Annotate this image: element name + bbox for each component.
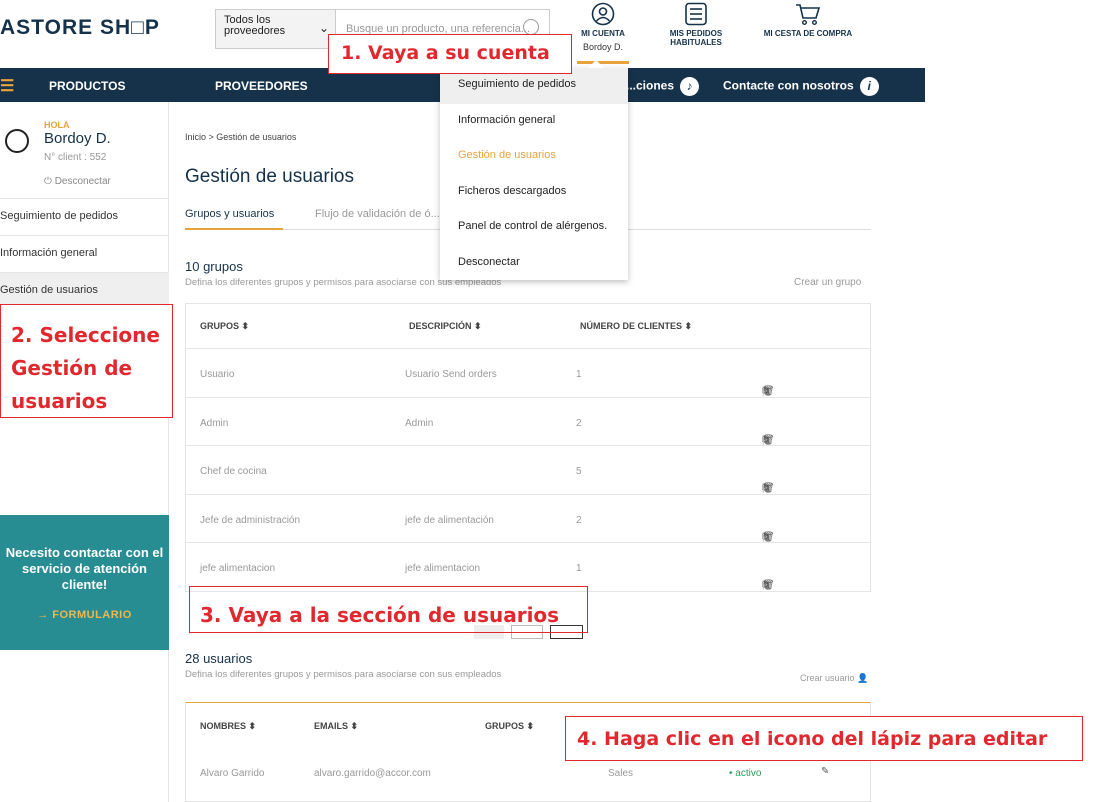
- menu-icon[interactable]: ☰: [0, 76, 14, 96]
- group-name: Usuario: [200, 369, 235, 380]
- group-description: jefe alimentacion: [405, 563, 481, 574]
- my-account-label: MI CUENTA: [581, 29, 625, 38]
- group-count: 1: [576, 563, 582, 574]
- breadcrumb: Inicio > Gestión de usuarios: [185, 132, 296, 142]
- greeting: HOLA: [44, 120, 70, 130]
- breadcrumb-home[interactable]: Inicio: [185, 132, 206, 142]
- logo[interactable]: ASTORE SH□P: [0, 16, 160, 40]
- table-row: Jefe de administración jefe de alimentac…: [186, 493, 870, 543]
- group-name: Admin: [200, 417, 229, 429]
- group-count: 2: [576, 417, 582, 429]
- account-dropdown: Seguimiento de pedidos Información gener…: [440, 60, 628, 282]
- nav-suppliers[interactable]: PROVEEDORES: [215, 79, 308, 93]
- annotation-step4: 4. Haga clic en el icono del lápiz para …: [565, 716, 1083, 761]
- add-user-icon: 👤: [857, 673, 869, 683]
- col-user-groups[interactable]: GRUPOS ⬍: [485, 721, 534, 732]
- trash-icon[interactable]: 🗑: [762, 483, 779, 494]
- trash-icon[interactable]: 🗑: [762, 580, 779, 591]
- user-icon: [591, 2, 615, 26]
- dropdown-item-user-management[interactable]: Gestión de usuarios: [440, 139, 628, 175]
- info-icon: i: [859, 77, 879, 96]
- group-count: 5: [576, 466, 582, 477]
- nav-notifications-label: ...ciones: [626, 78, 675, 93]
- user-status: • activo: [729, 768, 762, 779]
- col-description[interactable]: DESCRIPCIÓN ⬍: [409, 321, 482, 332]
- dropdown-item-logout[interactable]: Desconectar: [440, 246, 628, 282]
- page-title: Gestión de usuarios: [185, 166, 354, 187]
- sidebar-item-orders[interactable]: Seguimiento de pedidos: [0, 198, 169, 235]
- col-names[interactable]: NOMBRES ⬍: [200, 721, 256, 732]
- user-icon: [5, 129, 29, 153]
- trash-icon[interactable]: 🗑: [762, 386, 779, 397]
- nav-notifications[interactable]: ...ciones ♪: [626, 77, 700, 96]
- my-account-button[interactable]: MI CUENTA Bordoy D.: [577, 2, 629, 52]
- tab-groups-users[interactable]: Grupos y usuarios: [185, 208, 283, 230]
- create-group-link[interactable]: Crear un grupo: [794, 277, 861, 288]
- group-name: jefe alimentacion: [200, 563, 276, 574]
- group-count: 1: [576, 369, 582, 380]
- chevron-down-icon: ⌄: [318, 21, 329, 35]
- dropdown-item-allergens[interactable]: Panel de control de alérgenos.: [440, 210, 628, 246]
- trash-icon[interactable]: 🗑: [762, 435, 779, 446]
- col-groups[interactable]: GRUPOS ⬍: [200, 321, 249, 332]
- supplier-select-value: Todos los proveedores: [224, 14, 286, 37]
- account-sidebar: HOLA Bordoy D. N° client : 552 ⏻ Descone…: [0, 102, 169, 802]
- contact-text: Necesito contactar con el servicio de at…: [5, 545, 164, 592]
- nav-products[interactable]: PRODUCTOS: [49, 79, 125, 93]
- groups-table: GRUPOS ⬍ DESCRIPCIÓN ⬍ NÚMERO DE CLIENTE…: [185, 303, 871, 592]
- users-title: 28 usuarios: [185, 651, 253, 666]
- nav-contact-label: Contacte con nosotros: [723, 78, 854, 93]
- user-name: Bordoy D.: [44, 130, 111, 147]
- dropdown-item-downloads[interactable]: Ficheros descargados: [440, 175, 628, 211]
- group-description: Usuario Send orders: [405, 369, 497, 380]
- dropdown-item-general-info[interactable]: Información general: [440, 104, 628, 140]
- trash-icon[interactable]: 🗑: [762, 532, 779, 543]
- logout-label: Desconectar: [54, 176, 111, 187]
- contact-form-link[interactable]: → FORMULARIO: [0, 607, 169, 623]
- annotation-step3: 3. Vaya a la sección de usuarios: [189, 586, 588, 633]
- group-description: jefe de alimentación: [405, 514, 494, 526]
- table-row: jefe alimentacion jefe alimentacion 1 ⧉ |…: [186, 542, 870, 591]
- breadcrumb-current: Gestión de usuarios: [216, 132, 297, 142]
- client-number: N° client : 552: [44, 152, 107, 163]
- user-group: Sales: [608, 768, 634, 779]
- bell-icon: ♪: [680, 77, 700, 96]
- user-email: alvaro.garrido@accor.com: [314, 768, 431, 779]
- my-orders-label: MIS PEDIDOS HABITUALES: [669, 29, 723, 47]
- users-subtitle: Defina los diferentes grupos y permisos …: [185, 669, 502, 680]
- group-name: Chef de cocina: [200, 466, 267, 477]
- my-orders-button[interactable]: MIS PEDIDOS HABITUALES: [663, 2, 729, 47]
- annotation-step2: 2. Seleccione Gestión de usuarios: [0, 304, 173, 418]
- pencil-icon[interactable]: ✎: [821, 766, 829, 777]
- create-user-link[interactable]: Crear usuario 👤: [800, 673, 868, 684]
- table-row: Chef de cocina 5 ⧉ | ✎ | 🗑: [186, 445, 870, 494]
- my-cart-button[interactable]: MI CESTA DE COMPRA: [757, 2, 859, 38]
- logout-link[interactable]: ⏻ Desconectar: [44, 176, 111, 187]
- nav-contact[interactable]: Contacte con nosotros i: [723, 77, 879, 96]
- supplier-select[interactable]: Todos los proveedores ⌄: [215, 9, 335, 49]
- group-count: 2: [576, 514, 582, 526]
- my-account-user: Bordoy D.: [582, 42, 624, 52]
- power-icon: ⏻: [44, 176, 55, 187]
- search-icon[interactable]: [523, 19, 539, 35]
- groups-title: 10 grupos: [185, 259, 243, 274]
- table-header: GRUPOS ⬍ DESCRIPCIÓN ⬍ NÚMERO DE CLIENTE…: [186, 304, 870, 348]
- sidebar-user-card: HOLA Bordoy D. N° client : 552 ⏻ Descone…: [0, 102, 169, 197]
- group-name: Jefe de administración: [200, 514, 301, 526]
- col-emails[interactable]: EMAILS ⬍: [314, 721, 358, 732]
- cart-icon: [796, 4, 821, 26]
- annotation-step1: 1. Vaya a su cuenta: [328, 34, 572, 74]
- col-client-count[interactable]: NÚMERO DE CLIENTES ⬍: [580, 321, 692, 332]
- table-row: Usuario Usuario Send orders 1 ⧉ | ✎ | 🗑: [186, 348, 870, 397]
- group-description: Admin: [405, 417, 434, 429]
- table-row: Admin Admin 2 ⧉ | ✎ | 🗑: [186, 396, 870, 446]
- tab-validation-flow[interactable]: Flujo de validación de ó...: [315, 208, 440, 230]
- user-name: Alvaro Garrido: [200, 768, 265, 779]
- list-icon: [685, 2, 707, 26]
- dropdown-caret: [588, 60, 604, 68]
- sidebar-item-general-info[interactable]: Información general: [0, 235, 169, 272]
- contact-card: Necesito contactar con el servicio de at…: [0, 515, 169, 650]
- my-cart-label: MI CESTA DE COMPRA: [763, 29, 853, 38]
- create-user-label: Crear usuario: [800, 673, 855, 683]
